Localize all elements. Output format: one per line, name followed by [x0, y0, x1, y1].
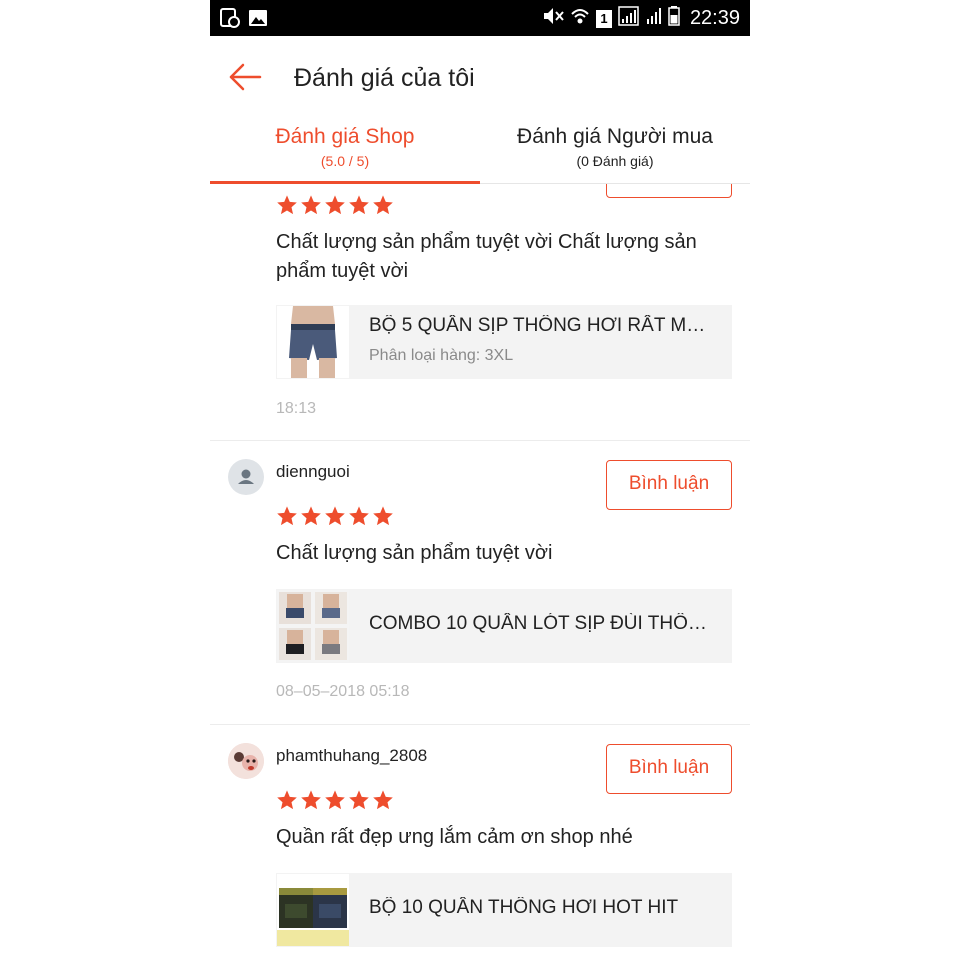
gallery-icon	[248, 8, 268, 33]
page-title: Đánh giá của tôi	[294, 64, 475, 92]
star-icon	[301, 506, 321, 526]
star-icon	[373, 790, 393, 810]
avatar[interactable]	[228, 743, 264, 779]
review-time: 18:13	[276, 400, 317, 417]
sim-badge-icon: 1	[595, 9, 612, 28]
star-icon	[277, 790, 297, 810]
product-variant: Phân loại hàng: 3XL	[369, 347, 514, 364]
rating-stars	[276, 789, 394, 811]
review-item: Chất lượng sản phẩm tuyệt vời Chất lượng…	[210, 184, 750, 441]
star-icon	[325, 506, 345, 526]
wifi-icon	[570, 6, 590, 31]
review-comment: Quần rất đẹp ưng lắm cảm ơn shop nhé	[276, 826, 633, 848]
app-bar: Đánh giá của tôi	[210, 36, 750, 120]
reply-button[interactable]: Bình luận	[606, 460, 732, 510]
review-list[interactable]: Chất lượng sản phẩm tuyệt vời Chất lượng…	[210, 184, 750, 960]
review-item: diennguoi Bình luận Chất lượng sản phẩm …	[210, 441, 750, 725]
reviewer-username[interactable]: diennguoi	[276, 462, 350, 482]
rating-stars	[276, 194, 394, 216]
tab-buyer-count: (0 Đánh giá)	[576, 153, 654, 169]
reviewer-username[interactable]: phamthuhang_2808	[276, 746, 427, 766]
reply-button[interactable]	[606, 184, 732, 198]
reply-button[interactable]: Bình luận	[606, 744, 732, 794]
star-icon	[277, 195, 297, 215]
phone-screen: 1 22:39 Đánh giá của tôi Đánh giá Shop (…	[210, 0, 750, 960]
user-avatar-icon	[238, 469, 254, 484]
star-icon	[301, 790, 321, 810]
tab-buyer-label: Đánh giá Người mua	[517, 125, 713, 148]
review-comment: Chất lượng sản phẩm tuyệt vời	[276, 542, 553, 564]
signal-2-icon	[646, 6, 662, 31]
star-icon	[325, 790, 345, 810]
notification-icon	[220, 8, 240, 33]
star-icon	[277, 506, 297, 526]
product-card[interactable]: COMBO 10 QUẦN LÓT SỊP ĐÙI THÔNG HƠI	[276, 589, 732, 663]
product-thumbnail	[277, 590, 349, 662]
product-name: BỘ 10 QUẦN THÔNG HƠI HOT HIT	[369, 897, 679, 918]
rating-stars	[276, 505, 394, 527]
star-icon	[349, 195, 369, 215]
product-name: COMBO 10 QUẦN LÓT SỊP ĐÙI THÔNG HƠI	[369, 613, 717, 634]
tab-shop-reviews[interactable]: Đánh giá Shop (5.0 / 5)	[210, 120, 480, 184]
tab-buyer-reviews[interactable]: Đánh giá Người mua (0 Đánh giá)	[480, 120, 750, 184]
review-time: 08–05–2018 05:18	[276, 683, 410, 700]
avatar[interactable]	[228, 459, 264, 495]
star-icon	[373, 195, 393, 215]
status-time: 22:39	[689, 7, 740, 29]
tab-shop-score: (5.0 / 5)	[320, 153, 370, 169]
product-name: BỘ 5 QUẦN SỊP THÔNG HƠI RẤT MỀM MẠI	[369, 315, 717, 336]
tab-bar: Đánh giá Shop (5.0 / 5) Đánh giá Người m…	[210, 120, 750, 184]
mute-icon	[542, 6, 564, 31]
user-photo-icon	[228, 743, 264, 779]
star-icon	[373, 506, 393, 526]
product-card[interactable]: BỘ 10 QUẦN THÔNG HƠI HOT HIT	[276, 873, 732, 947]
status-bar: 1 22:39	[210, 0, 750, 36]
back-button[interactable]	[228, 62, 264, 92]
star-icon	[325, 195, 345, 215]
battery-icon	[668, 6, 680, 31]
star-icon	[349, 506, 369, 526]
product-thumbnail	[277, 874, 349, 946]
tab-shop-label: Đánh giá Shop	[275, 125, 415, 148]
star-icon	[301, 195, 321, 215]
product-thumbnail	[277, 306, 349, 378]
star-icon	[349, 790, 369, 810]
back-arrow-icon	[229, 63, 262, 91]
review-item: phamthuhang_2808 Bình luận Quần rất đẹp …	[210, 725, 750, 960]
signal-icon	[618, 6, 640, 31]
review-comment: Chất lượng sản phẩm tuyệt vời Chất lượng…	[276, 231, 697, 282]
product-card[interactable]: BỘ 5 QUẦN SỊP THÔNG HƠI RẤT MỀM MẠI Phân…	[276, 305, 732, 379]
